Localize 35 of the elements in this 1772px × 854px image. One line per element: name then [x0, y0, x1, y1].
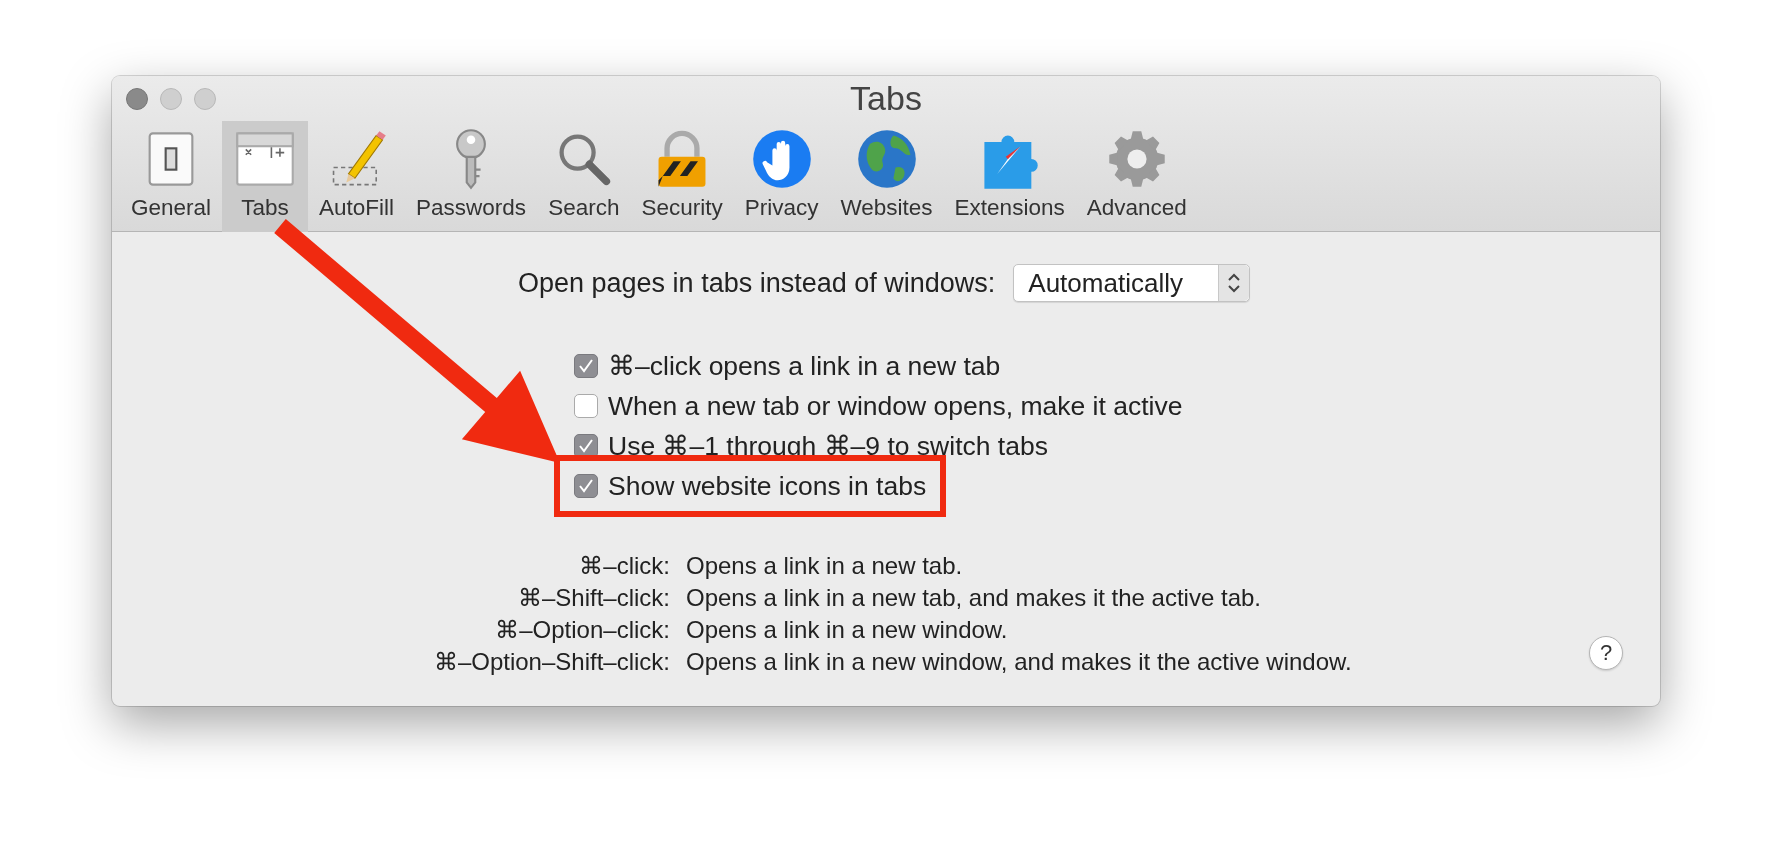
toolbar-tab[interactable]: General — [120, 121, 223, 232]
close-button[interactable] — [126, 87, 148, 110]
shortcut-description: Opens a link in a new window, and makes it the active window. — [686, 647, 1352, 677]
checkbox[interactable] — [574, 354, 598, 378]
option-label: Show website icons in tabs — [608, 470, 927, 502]
toolbar-tab[interactable]: Websites — [829, 121, 944, 232]
shortcut-description: Opens a link in a new tab. — [686, 551, 964, 581]
option-label: ⌘–click opens a link in a new tab — [608, 350, 1001, 382]
checkmark-icon — [577, 477, 595, 495]
toolbar-tab[interactable]: Search — [537, 121, 631, 232]
option-label: When a new tab or window opens, make it active — [608, 390, 1183, 422]
setting-label: Open pages in tabs instead of windows: — [518, 267, 996, 299]
checkbox[interactable] — [574, 474, 598, 498]
shortcut-keys: ⌘–Shift–click: — [112, 582, 670, 614]
option-label: Use ⌘–1 through ⌘–9 to switch tabs — [608, 430, 1048, 462]
popup-button[interactable]: Automatically — [1013, 264, 1251, 302]
toolbar-tab[interactable]: Extensions — [943, 121, 1076, 232]
help-button[interactable]: ? — [1589, 636, 1623, 670]
checkbox[interactable] — [574, 394, 598, 418]
toolbar-tab[interactable]: Tabs — [222, 121, 309, 232]
toolbar-tab[interactable]: Advanced — [1075, 121, 1198, 232]
shortcut-keys: ⌘–click: — [112, 550, 670, 582]
checkmark-icon — [577, 357, 595, 375]
checkmark-icon — [577, 437, 595, 455]
shortcut-description: Opens a link in a new window. — [686, 615, 1009, 645]
shortcut-keys: ⌘–Option–click: — [112, 614, 670, 646]
toolbar-tab[interactable]: Security — [630, 121, 734, 232]
toolbar-tab[interactable]: AutoFill — [308, 121, 406, 232]
toolbar-tab[interactable]: Passwords — [405, 121, 538, 232]
shortcut-description: Opens a link in a new tab, and makes it the active tab. — [686, 583, 1262, 613]
toolbar-tab[interactable]: Privacy — [733, 121, 830, 232]
shortcut-keys: ⌘–Option–Shift–click: — [112, 646, 670, 678]
updown-chevron-icon — [1227, 271, 1242, 295]
window-title: Tabs — [850, 79, 922, 117]
checkbox[interactable] — [574, 434, 598, 458]
